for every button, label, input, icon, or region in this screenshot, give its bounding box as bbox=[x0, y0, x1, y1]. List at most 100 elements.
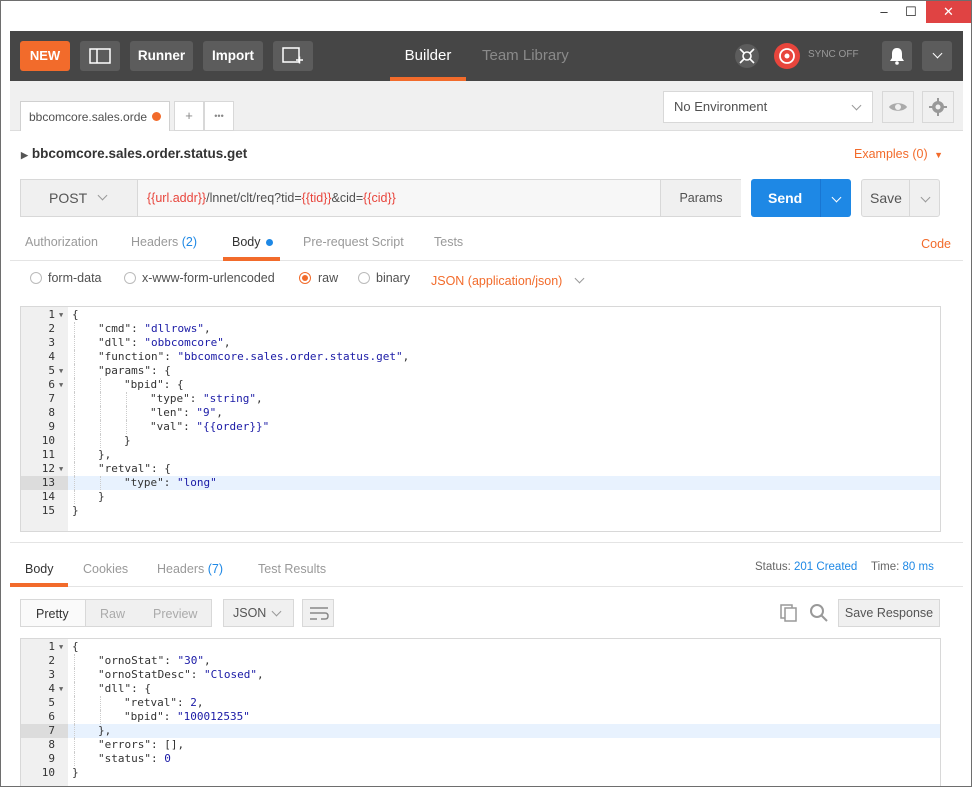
line-number: 5 bbox=[48, 696, 55, 709]
radio-urlencoded[interactable] bbox=[124, 272, 136, 284]
wrap-lines-icon bbox=[310, 607, 329, 620]
indent-guide bbox=[74, 724, 75, 738]
environment-select[interactable]: No Environment bbox=[663, 91, 873, 123]
title-bar: ‒ ☐ ✕ bbox=[1, 1, 971, 31]
method-select[interactable]: POST bbox=[21, 180, 138, 216]
url-input[interactable]: {{url.addr}}/lnnet/clt/req?tid={{tid}}&c… bbox=[147, 180, 396, 216]
request-tabs: Authorization Headers (2) Body Pre-reque… bbox=[10, 229, 963, 261]
import-button[interactable]: Import bbox=[203, 41, 263, 71]
runner-button[interactable]: Runner bbox=[130, 41, 193, 71]
notifications-button[interactable] bbox=[882, 41, 912, 71]
new-tab-button[interactable]: + bbox=[174, 101, 204, 131]
minimize-button[interactable]: ‒ bbox=[869, 1, 899, 23]
indent-guide bbox=[100, 392, 101, 406]
environment-selected-label: No Environment bbox=[674, 99, 768, 114]
tab-authorization[interactable]: Authorization bbox=[25, 235, 98, 249]
status-value: 201 Created bbox=[794, 561, 858, 573]
code-line: 3 "dll": "obbcomcore", bbox=[21, 336, 940, 350]
indent-guide bbox=[74, 448, 75, 462]
view-preview-button[interactable]: Preview bbox=[153, 607, 197, 621]
response-body-viewer[interactable]: 1 ▼ {2 "ornoStat": "30", 3 "ornoStatDesc": "C… bbox=[20, 638, 941, 786]
close-window-button[interactable]: ✕ bbox=[926, 1, 971, 23]
indent-guide bbox=[74, 462, 75, 476]
code-text: } bbox=[72, 504, 79, 517]
fold-toggle-icon[interactable]: ▼ bbox=[59, 378, 63, 392]
send-options-button[interactable] bbox=[820, 179, 851, 217]
pane-divider[interactable] bbox=[10, 542, 963, 543]
save-button[interactable]: Save bbox=[861, 179, 940, 217]
radio-raw[interactable] bbox=[299, 272, 311, 284]
fold-toggle-icon[interactable]: ▼ bbox=[59, 462, 63, 476]
tab-response-headers[interactable]: Headers (7) bbox=[157, 562, 223, 576]
response-format-select[interactable]: JSON bbox=[223, 599, 294, 627]
tab-builder[interactable]: Builder bbox=[390, 31, 466, 81]
request-body-editor[interactable]: 1 ▼ {2 "cmd": "dllrows", 3 "dll": "obbcomcore… bbox=[20, 306, 941, 532]
save-response-button[interactable]: Save Response bbox=[838, 599, 940, 627]
save-options-button[interactable] bbox=[909, 180, 940, 216]
request-tab[interactable]: bbcomcore.sales.orde bbox=[20, 101, 170, 131]
fold-toggle-icon[interactable]: ▼ bbox=[59, 364, 63, 378]
satellite-icon bbox=[735, 44, 759, 68]
code-line: 9 "status": 0 bbox=[21, 752, 940, 766]
new-button[interactable]: NEW bbox=[20, 41, 70, 71]
code-text: "ornoStatDesc": "Closed", bbox=[98, 668, 264, 681]
toggle-sidebar-button[interactable] bbox=[80, 41, 120, 71]
settings-menu-button[interactable] bbox=[922, 41, 952, 71]
code-line: 3 "ornoStatDesc": "Closed", bbox=[21, 668, 940, 682]
fold-toggle-icon[interactable]: ▼ bbox=[59, 682, 63, 696]
code-line: 14} bbox=[21, 490, 940, 504]
params-button[interactable]: Params bbox=[660, 180, 741, 216]
response-format-label: JSON bbox=[233, 606, 267, 620]
body-tab-indicator bbox=[223, 257, 280, 261]
indent-guide bbox=[100, 696, 101, 710]
code-text: "params": { bbox=[98, 364, 171, 377]
new-window-button[interactable] bbox=[273, 41, 313, 71]
code-line: 6 "bpid": "100012535" bbox=[21, 710, 940, 724]
send-button[interactable]: Send bbox=[751, 179, 851, 217]
view-pretty-button[interactable]: Pretty bbox=[36, 607, 69, 621]
indent-guide bbox=[126, 420, 127, 434]
code-line: 1 ▼ { bbox=[21, 308, 940, 322]
maximize-button[interactable]: ☐ bbox=[896, 1, 926, 23]
tab-tests[interactable]: Tests bbox=[434, 235, 463, 249]
generate-code-link[interactable]: Code bbox=[921, 237, 951, 251]
wrap-lines-button[interactable] bbox=[302, 599, 334, 627]
manage-environments-button[interactable] bbox=[922, 91, 954, 123]
indent-guide bbox=[100, 378, 101, 392]
code-line: 5 ▼ "params": { bbox=[21, 364, 940, 378]
indent-guide bbox=[100, 710, 101, 724]
request-name[interactable]: ▶ bbcomcore.sales.order.status.get bbox=[21, 146, 247, 161]
view-raw-button[interactable]: Raw bbox=[100, 607, 125, 621]
bell-icon bbox=[890, 48, 904, 65]
url-variable: {{url.addr}} bbox=[147, 191, 207, 205]
method-label: POST bbox=[49, 190, 88, 206]
radio-form-data[interactable] bbox=[30, 272, 42, 284]
indent-guide bbox=[74, 434, 75, 448]
tab-options-button[interactable]: ••• bbox=[204, 101, 234, 131]
indent-guide bbox=[74, 336, 75, 350]
radio-binary[interactable] bbox=[358, 272, 370, 284]
indent-guide bbox=[100, 420, 101, 434]
sync-button[interactable] bbox=[772, 41, 802, 71]
interceptor-button[interactable] bbox=[732, 41, 762, 71]
tab-test-results[interactable]: Test Results bbox=[258, 562, 326, 576]
tab-team-library[interactable]: Team Library bbox=[482, 31, 569, 81]
quick-look-button[interactable] bbox=[882, 91, 914, 123]
code-line: 2 "ornoStat": "30", bbox=[21, 654, 940, 668]
examples-dropdown[interactable]: Examples (0) ▼ bbox=[854, 147, 943, 161]
copy-response-button[interactable] bbox=[779, 603, 799, 626]
fold-toggle-icon[interactable]: ▼ bbox=[59, 308, 63, 322]
tab-response-cookies[interactable]: Cookies bbox=[83, 562, 128, 576]
line-number: 6 bbox=[48, 378, 55, 391]
fold-toggle-icon[interactable]: ▼ bbox=[59, 640, 63, 654]
tab-body[interactable]: Body bbox=[232, 235, 273, 249]
save-label: Save bbox=[870, 190, 902, 206]
copy-icon bbox=[780, 604, 797, 622]
tab-headers[interactable]: Headers (2) bbox=[131, 235, 197, 249]
response-body-indicator bbox=[10, 583, 68, 587]
content-type-select[interactable]: JSON (application/json) bbox=[431, 273, 585, 288]
tab-pre-request-script[interactable]: Pre-request Script bbox=[303, 235, 404, 249]
search-response-button[interactable] bbox=[809, 603, 829, 626]
tab-response-body[interactable]: Body bbox=[25, 562, 54, 576]
gear-icon bbox=[929, 98, 947, 116]
